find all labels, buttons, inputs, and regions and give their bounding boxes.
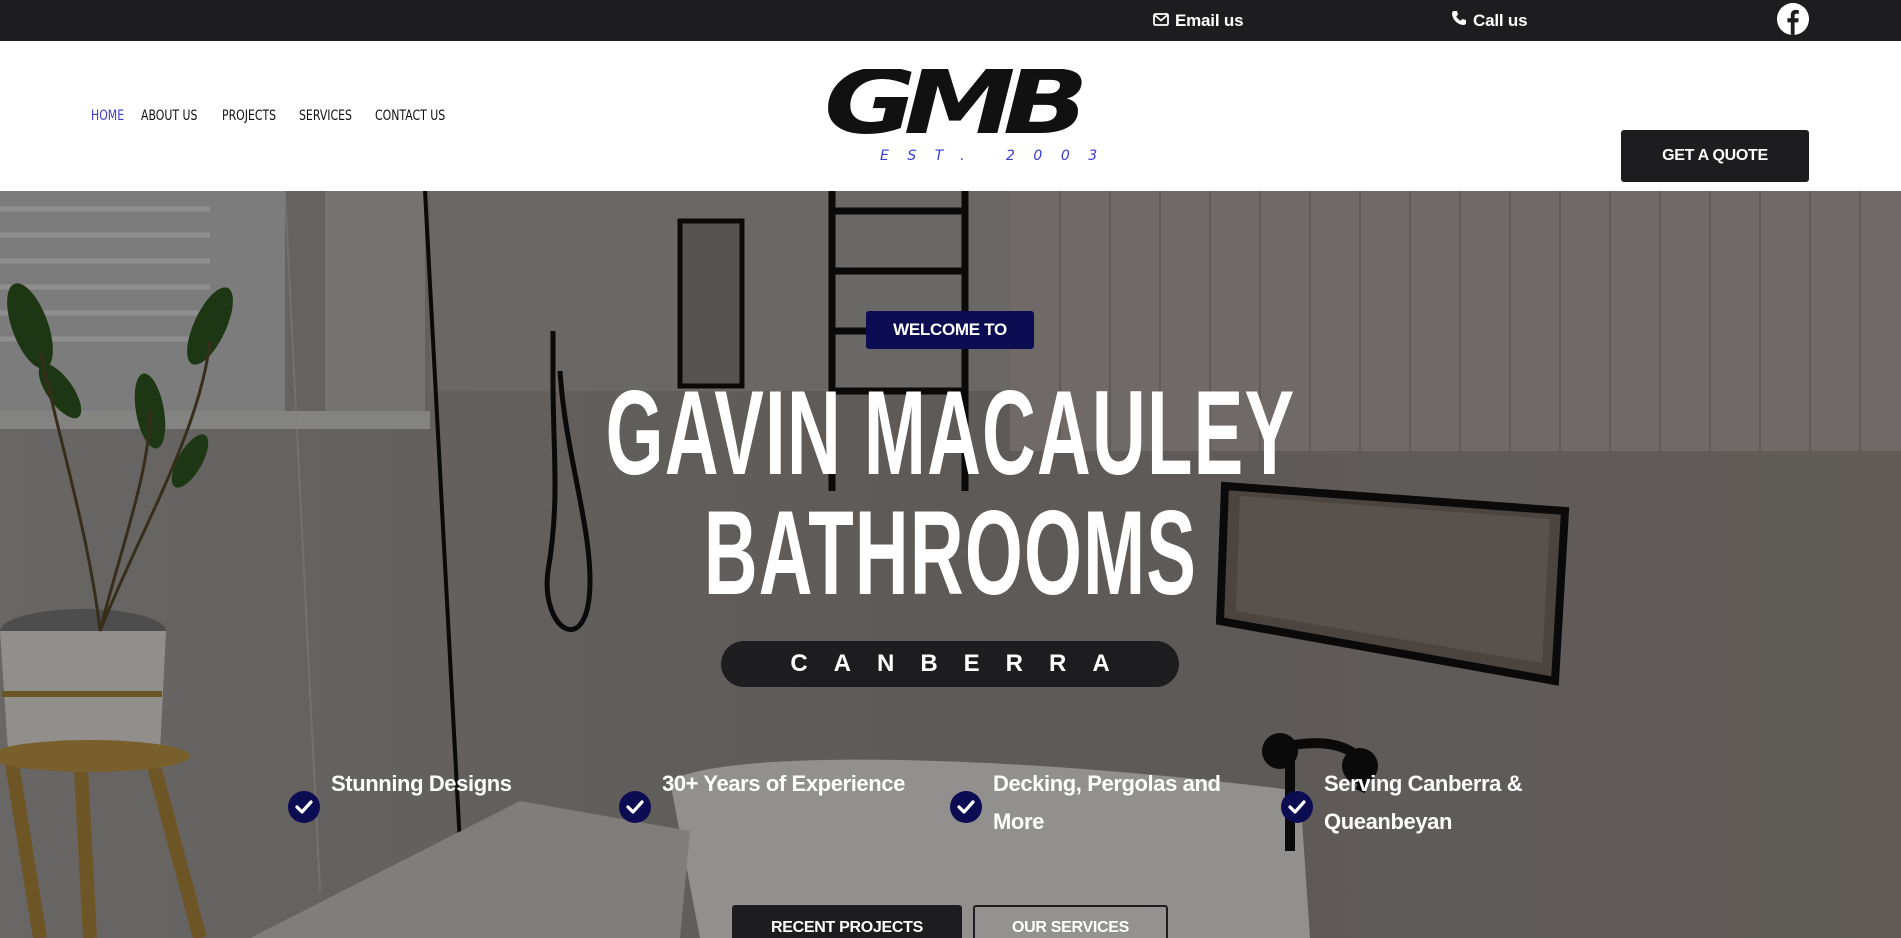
envelope-icon <box>1153 11 1169 31</box>
recent-projects-button[interactable]: RECENT PROJECTS <box>732 905 962 938</box>
feature-text: Serving Canberra & Queanbeyan <box>1324 771 1523 834</box>
check-icon <box>619 791 651 823</box>
feature-text: 30+ Years of Experience <box>662 771 905 796</box>
feature-list: Stunning Designs 30+ Years of Experience… <box>0 765 1901 845</box>
nav-item-projects[interactable]: Projects <box>222 108 276 124</box>
email-label: Email us <box>1175 10 1244 30</box>
email-link[interactable]: Email us <box>1153 0 1244 41</box>
check-icon <box>950 791 982 823</box>
city-badge: CANBERRA <box>721 641 1179 687</box>
check-icon <box>1281 791 1313 823</box>
call-link[interactable]: Call us <box>1451 0 1528 41</box>
main-nav: Home About Us Projects Services Contact … <box>91 41 451 191</box>
nav-item-about-us[interactable]: About Us <box>141 108 197 124</box>
site-header: Home About Us Projects Services Contact … <box>0 41 1901 191</box>
hero-title-line-2: BATHROOMS <box>703 486 1198 620</box>
phone-icon <box>1451 10 1467 31</box>
nav-item-contact-us[interactable]: Contact Us <box>375 108 445 124</box>
welcome-badge: WELCOME TO <box>866 311 1034 349</box>
facebook-icon[interactable] <box>1777 3 1809 35</box>
call-label: Call us <box>1473 10 1528 30</box>
logo-tagline: EST. 2003 <box>880 148 1116 164</box>
nav-item-services[interactable]: Services <box>299 108 352 124</box>
hero-section: WELCOME TO GAVIN MACAULEY BATHROOMS CANB… <box>0 191 1901 938</box>
feature-text: Stunning Designs <box>331 771 512 796</box>
feature-text: Decking, Pergolas and More <box>993 771 1221 834</box>
our-services-button[interactable]: OUR SERVICES <box>973 905 1168 938</box>
hero-title: GAVIN MACAULEY BATHROOMS <box>0 373 1901 613</box>
logo-text: GMB <box>824 69 1082 149</box>
hero-title-line-1: GAVIN MACAULEY <box>605 366 1296 500</box>
check-icon <box>288 791 320 823</box>
top-bar: Email us Call us <box>0 0 1901 41</box>
get-a-quote-button[interactable]: GET A QUOTE <box>1621 130 1809 182</box>
nav-item-home[interactable]: Home <box>91 108 124 124</box>
logo-mark-icon: GMB <box>824 51 1095 154</box>
